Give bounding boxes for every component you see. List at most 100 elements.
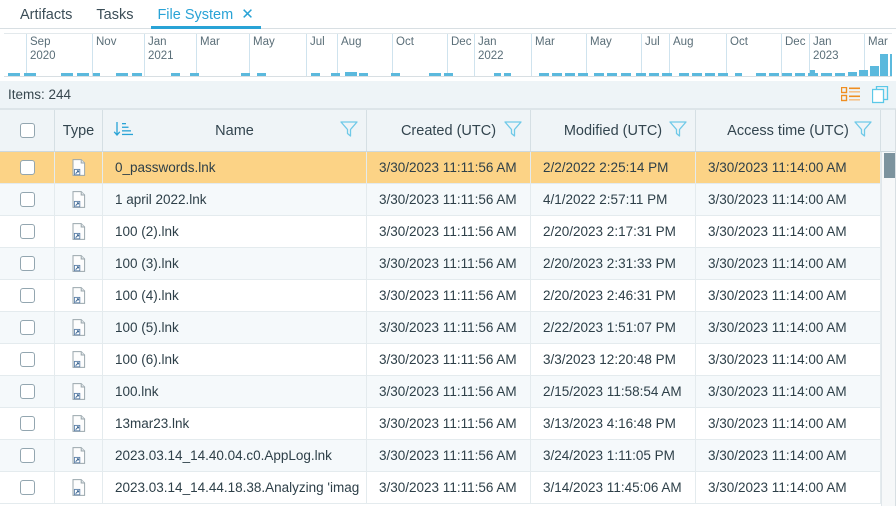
created-value: 3/30/2023 11:11:56 AM <box>379 224 517 239</box>
row-checkbox[interactable] <box>19 448 35 463</box>
timeline-bar <box>391 73 400 76</box>
row-checkbox[interactable] <box>19 416 35 431</box>
row-name-cell[interactable]: 100 (4).lnk <box>103 280 367 311</box>
tab-tasks[interactable]: Tasks <box>84 0 145 29</box>
timeline-month-label: Dec <box>451 36 472 48</box>
row-type-cell <box>55 152 103 183</box>
list-view-icon[interactable] <box>840 85 860 105</box>
scrollbar-thumb[interactable] <box>884 153 895 178</box>
table-row[interactable]: 100 (4).lnk 3/30/2023 11:11:56 AM 2/20/202… <box>0 280 881 312</box>
file-name: 1 april 2022.lnk <box>115 192 207 207</box>
row-select-cell[interactable] <box>0 472 55 503</box>
row-created-cell: 3/30/2023 11:11:56 AM <box>367 248 531 279</box>
timeline-month-label: May <box>253 36 275 48</box>
modified-value: 3/3/2023 12:20:48 PM <box>543 352 676 367</box>
row-name-cell[interactable]: 13mar23.lnk <box>103 408 367 439</box>
timeline-month-label: Aug <box>341 36 362 48</box>
timeline-month-label: Mar <box>200 36 220 48</box>
row-select-cell[interactable] <box>0 184 55 215</box>
row-select-cell[interactable] <box>0 344 55 375</box>
row-name-cell[interactable]: 0_passwords.lnk <box>103 152 367 183</box>
row-checkbox[interactable] <box>19 384 35 399</box>
row-checkbox[interactable] <box>19 352 35 367</box>
timeline-year-label: 2022 <box>478 50 504 62</box>
tab-artifacts[interactable]: Artifacts <box>8 0 84 29</box>
column-header-name[interactable]: Name <box>103 110 367 151</box>
row-select-cell[interactable] <box>0 408 55 439</box>
row-checkbox[interactable] <box>19 288 35 303</box>
row-select-cell[interactable] <box>0 440 55 471</box>
row-modified-cell: 2/20/2023 2:31:33 PM <box>531 248 696 279</box>
select-all-checkbox[interactable] <box>19 123 35 138</box>
timeline-bar <box>870 66 879 76</box>
timeline-month-label: Jan <box>478 36 497 48</box>
sort-ascending-icon[interactable] <box>113 121 133 141</box>
column-header-label: Access time (UTC) <box>727 122 849 139</box>
filter-icon[interactable] <box>504 120 522 141</box>
row-name-cell[interactable]: 2023.03.14_14.40.04.c0.AppLog.lnk <box>103 440 367 471</box>
file-name: 100.lnk <box>115 384 159 399</box>
access-value: 3/30/2023 11:14:00 AM <box>708 480 847 495</box>
copy-icon[interactable] <box>870 85 890 105</box>
table-row[interactable]: 13mar23.lnk 3/30/2023 11:11:56 AM 3/13/202… <box>0 408 881 440</box>
filter-icon[interactable] <box>854 120 872 141</box>
row-name-cell[interactable]: 100 (6).lnk <box>103 344 367 375</box>
close-icon[interactable]: ✕ <box>240 7 255 22</box>
timeline-bar <box>718 73 728 76</box>
table-row[interactable]: 2023.03.14_14.40.04.c0.AppLog.lnk 3/30/20… <box>0 440 881 472</box>
table-row[interactable]: 100 (6).lnk 3/30/2023 11:11:56 AM 3/3/2023… <box>0 344 881 376</box>
row-checkbox[interactable] <box>19 160 35 175</box>
column-header-access[interactable]: Access time (UTC) <box>696 110 881 151</box>
row-access-cell: 3/30/2023 11:14:00 AM <box>696 312 881 343</box>
row-select-cell[interactable] <box>0 248 55 279</box>
row-name-cell[interactable]: 100 (2).lnk <box>103 216 367 247</box>
file-name: 100 (5).lnk <box>115 320 179 335</box>
timeline-bar <box>311 73 320 76</box>
tab-label: File System <box>157 6 234 23</box>
row-name-cell[interactable]: 100 (5).lnk <box>103 312 367 343</box>
column-header-select-all[interactable] <box>0 110 55 151</box>
vertical-scrollbar[interactable] <box>881 152 896 506</box>
timeline-month-label: Dec <box>785 36 806 48</box>
row-access-cell: 3/30/2023 11:14:00 AM <box>696 152 881 183</box>
modified-value: 2/22/2023 1:51:07 PM <box>543 320 676 335</box>
column-header-modified[interactable]: Modified (UTC) <box>531 110 696 151</box>
table-row[interactable]: 2023.03.14_14.44.18.38.Analyzing 'imag 3/… <box>0 472 881 504</box>
row-created-cell: 3/30/2023 11:11:56 AM <box>367 472 531 503</box>
row-select-cell[interactable] <box>0 312 55 343</box>
filter-icon[interactable] <box>669 120 687 141</box>
row-checkbox[interactable] <box>19 320 35 335</box>
row-checkbox[interactable] <box>19 224 35 239</box>
table-row[interactable]: 1 april 2022.lnk 3/30/2023 11:11:56 AM 4/1… <box>0 184 881 216</box>
table-row[interactable]: 100 (2).lnk 3/30/2023 11:11:56 AM 2/20/202… <box>0 216 881 248</box>
row-select-cell[interactable] <box>0 216 55 247</box>
row-checkbox[interactable] <box>19 256 35 271</box>
table-row[interactable]: 100.lnk 3/30/2023 11:11:56 AM 2/15/2023 11… <box>0 376 881 408</box>
row-select-cell[interactable] <box>0 280 55 311</box>
table-row[interactable]: 100 (5).lnk 3/30/2023 11:11:56 AM 2/22/202… <box>0 312 881 344</box>
row-select-cell[interactable] <box>0 376 55 407</box>
row-access-cell: 3/30/2023 11:14:00 AM <box>696 248 881 279</box>
row-access-cell: 3/30/2023 11:14:00 AM <box>696 216 881 247</box>
row-checkbox[interactable] <box>19 480 35 495</box>
modified-value: 3/13/2023 4:16:48 PM <box>543 416 676 431</box>
filter-icon[interactable] <box>340 120 358 141</box>
row-checkbox[interactable] <box>19 192 35 207</box>
row-name-cell[interactable]: 100 (3).lnk <box>103 248 367 279</box>
row-select-cell[interactable] <box>0 152 55 183</box>
row-type-cell <box>55 280 103 311</box>
table-row[interactable]: 0_passwords.lnk 3/30/2023 11:11:56 AM 2/2/… <box>0 152 881 184</box>
row-name-cell[interactable]: 100.lnk <box>103 376 367 407</box>
activity-timeline[interactable]: Sep 2020 Nov Jan 2021 Mar May Jul Aug Oct Dec Jan 20… <box>4 33 892 77</box>
timeline-bar <box>636 73 646 76</box>
column-header-type[interactable]: Type <box>55 110 103 151</box>
file-name: 100 (4).lnk <box>115 288 179 303</box>
timeline-bar <box>735 73 742 76</box>
row-name-cell[interactable]: 1 april 2022.lnk <box>103 184 367 215</box>
table-row[interactable]: 100 (3).lnk 3/30/2023 11:11:56 AM 2/20/202… <box>0 248 881 280</box>
tab-file-system[interactable]: File System ✕ <box>145 0 266 29</box>
column-header-created[interactable]: Created (UTC) <box>367 110 531 151</box>
row-name-cell[interactable]: 2023.03.14_14.44.18.38.Analyzing 'imag <box>103 472 367 503</box>
timeline-bar <box>859 70 868 76</box>
shortcut-file-icon <box>71 287 87 304</box>
